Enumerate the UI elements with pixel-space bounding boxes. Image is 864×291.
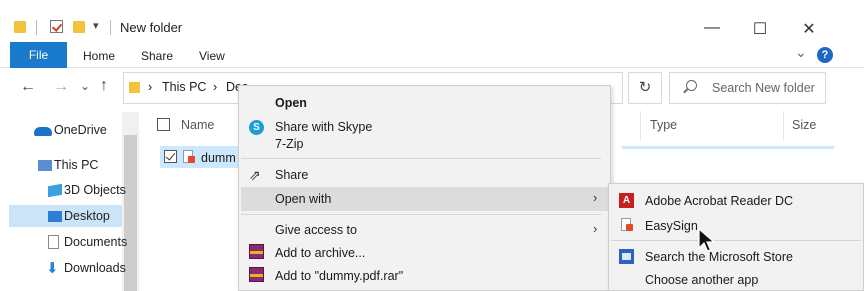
nav-label: 3D Objects <box>64 183 126 197</box>
properties-icon[interactable] <box>50 20 63 33</box>
tab-file[interactable]: File <box>10 42 67 68</box>
cube-icon <box>48 183 62 198</box>
breadcrumb-this-pc[interactable]: This PC <box>162 80 206 94</box>
nav-label: Downloads <box>64 261 126 275</box>
menu-item-add-rar[interactable]: Add to "dummy.pdf.rar" <box>275 269 403 283</box>
breadcrumb-separator[interactable]: › <box>148 80 152 94</box>
select-all-checkbox[interactable] <box>157 118 170 131</box>
desktop-icon <box>48 211 62 222</box>
quick-access-dropdown-icon[interactable]: ▾ <box>93 19 99 32</box>
back-button[interactable]: ← <box>20 78 36 96</box>
mouse-cursor-icon <box>698 228 716 252</box>
menu-separator <box>611 240 861 241</box>
submenu-item-search-store[interactable]: Search the Microsoft Store <box>645 250 793 264</box>
easysign-icon <box>619 218 634 233</box>
menu-item-open[interactable]: Open <box>275 96 307 110</box>
recent-locations-button[interactable]: ⌄ <box>80 79 90 93</box>
context-menu: Open S Share with Skype 7-Zip ⇗ Share Op… <box>238 85 611 291</box>
forward-button[interactable]: → <box>53 78 69 96</box>
column-divider[interactable] <box>640 111 641 141</box>
store-icon <box>619 249 634 264</box>
computer-icon <box>38 160 52 171</box>
separator <box>36 20 37 35</box>
pdf-icon <box>621 218 633 231</box>
column-header-size[interactable]: Size <box>792 118 816 132</box>
document-icon <box>48 235 59 249</box>
nav-item-onedrive[interactable]: OneDrive <box>34 123 107 137</box>
menu-item-give-access[interactable]: Give access to <box>275 223 357 237</box>
help-icon[interactable]: ? <box>817 47 833 63</box>
window-title: New folder <box>120 20 183 35</box>
submenu-item-choose-app[interactable]: Choose another app <box>645 273 758 287</box>
column-header-type[interactable]: Type <box>650 118 677 132</box>
new-folder-icon[interactable] <box>73 21 85 33</box>
chevron-right-icon: › <box>593 221 598 236</box>
nav-label: OneDrive <box>54 123 107 137</box>
close-button[interactable]: ✕ <box>799 19 819 39</box>
menu-separator <box>241 158 601 159</box>
winrar-icon <box>249 267 264 282</box>
folder-icon <box>14 21 26 33</box>
column-divider[interactable] <box>783 111 784 141</box>
separator <box>110 20 111 35</box>
search-input[interactable]: Search New folder <box>669 72 826 104</box>
breadcrumb-separator[interactable]: › <box>213 80 217 94</box>
nav-label: Documents <box>64 235 128 249</box>
menu-separator <box>241 214 601 215</box>
menu-item-open-with[interactable]: Open with <box>275 192 331 206</box>
search-placeholder: Search New folder <box>712 81 815 95</box>
chevron-right-icon: › <box>593 190 598 205</box>
search-icon <box>686 80 697 91</box>
menu-item-share[interactable]: Share <box>275 168 308 182</box>
nav-label: This PC <box>54 158 99 172</box>
nav-item-desktop[interactable]: Desktop <box>48 209 110 223</box>
cloud-icon <box>34 127 52 136</box>
tab-home[interactable]: Home <box>83 49 115 63</box>
expand-ribbon-icon[interactable]: ⌄ <box>795 44 807 61</box>
row-checkbox[interactable] <box>164 150 177 163</box>
nav-item-documents[interactable]: Documents <box>48 235 128 249</box>
acrobat-icon: A <box>619 193 634 208</box>
open-with-submenu: A Adobe Acrobat Reader DC EasySign Searc… <box>608 183 864 291</box>
refresh-button[interactable]: ↻ <box>628 72 662 104</box>
menu-item-add-archive[interactable]: Add to archive... <box>275 246 365 260</box>
minimize-button[interactable]: — <box>702 19 722 37</box>
pdf-icon <box>183 150 195 163</box>
menu-item-7zip[interactable]: 7-Zip <box>275 137 303 151</box>
download-icon: ⬇ <box>46 260 59 277</box>
nav-item-this-pc[interactable]: This PC <box>38 158 99 172</box>
tab-share[interactable]: Share <box>141 49 173 63</box>
skype-icon: S <box>249 120 264 135</box>
winrar-icon <box>249 244 264 259</box>
folder-icon <box>129 82 140 93</box>
menu-item-share-skype[interactable]: Share with Skype <box>275 120 372 134</box>
tab-view[interactable]: View <box>199 49 225 63</box>
share-icon: ⇗ <box>249 167 261 183</box>
maximize-button[interactable]: ☐ <box>750 19 770 39</box>
ribbon <box>0 42 864 68</box>
up-button[interactable]: ↑ <box>100 77 108 95</box>
nav-item-downloads[interactable]: ⬇ Downloads <box>46 260 126 277</box>
submenu-item-acrobat[interactable]: Adobe Acrobat Reader DC <box>645 194 793 208</box>
column-header-name[interactable]: Name <box>181 118 214 132</box>
submenu-item-easysign[interactable]: EasySign <box>645 219 698 233</box>
title-bar: ▾ New folder — ☐ ✕ <box>0 10 864 40</box>
nav-label: Desktop <box>64 209 110 223</box>
file-name[interactable]: dumm <box>201 151 236 165</box>
nav-scrollbar-thumb[interactable] <box>124 135 137 291</box>
nav-item-3d-objects[interactable]: 3D Objects <box>48 183 126 198</box>
table-row-highlight <box>622 146 834 149</box>
